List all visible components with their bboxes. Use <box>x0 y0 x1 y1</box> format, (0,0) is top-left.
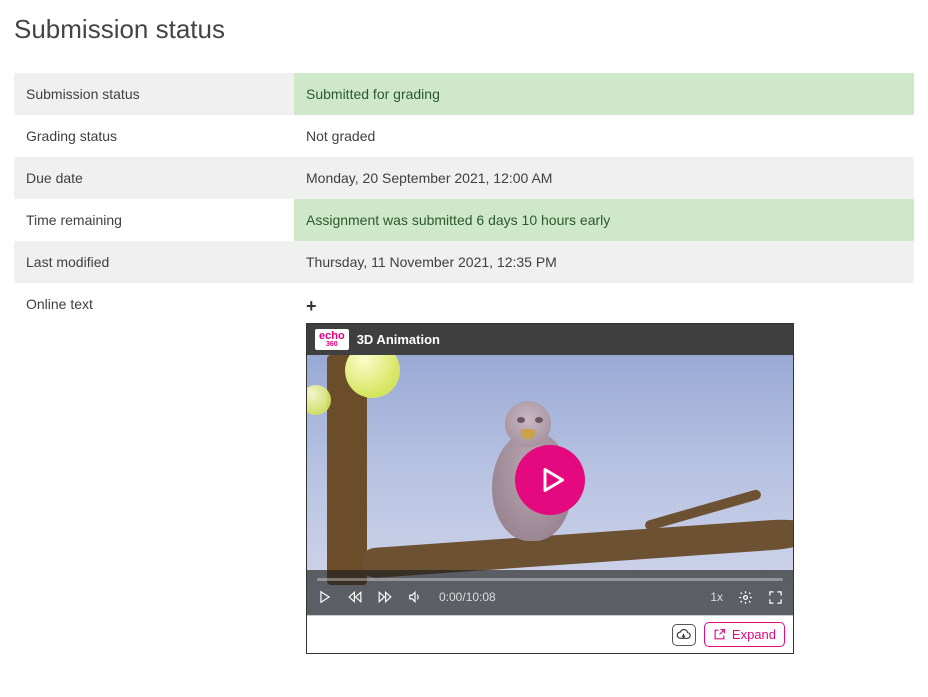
row-due-date: Due date Monday, 20 September 2021, 12:0… <box>14 157 914 199</box>
row-last-modified: Last modified Thursday, 11 November 2021… <box>14 241 914 283</box>
play-overlay-button[interactable] <box>515 445 585 515</box>
scene-element <box>521 429 535 439</box>
submission-status-table: Submission status Submitted for grading … <box>14 73 914 667</box>
video-title: 3D Animation <box>357 332 440 347</box>
value-grading-status: Not graded <box>294 115 914 157</box>
value-submission-status: Submitted for grading <box>294 73 914 115</box>
label-last-modified: Last modified <box>14 241 294 283</box>
value-last-modified: Thursday, 11 November 2021, 12:35 PM <box>294 241 914 283</box>
forward-button[interactable] <box>377 589 393 605</box>
scene-element <box>535 417 543 423</box>
row-online-text: Online text + echo 360 3D Animation <box>14 283 914 667</box>
value-time-remaining: Assignment was submitted 6 days 10 hours… <box>294 199 914 241</box>
value-due-date: Monday, 20 September 2021, 12:00 AM <box>294 157 914 199</box>
label-due-date: Due date <box>14 157 294 199</box>
scene-element <box>517 417 525 423</box>
page-title: Submission status <box>14 14 914 45</box>
timecode: 0:00/10:08 <box>439 590 496 604</box>
controls-right: 1x <box>710 589 783 605</box>
volume-icon <box>407 590 423 604</box>
label-online-text: Online text <box>14 283 294 667</box>
row-time-remaining: Time remaining Assignment was submitted … <box>14 199 914 241</box>
video-canvas[interactable]: 0:00/10:08 1x <box>307 355 793 615</box>
playback-speed[interactable]: 1x <box>710 590 723 604</box>
rewind-button[interactable] <box>347 589 363 605</box>
download-button[interactable] <box>672 624 696 646</box>
video-player: echo 360 3D Animation <box>306 323 794 654</box>
controls-bar: 0:00/10:08 1x <box>307 570 793 615</box>
label-grading-status: Grading status <box>14 115 294 157</box>
play-icon <box>318 590 332 604</box>
label-time-remaining: Time remaining <box>14 199 294 241</box>
progress-bar[interactable] <box>317 578 783 581</box>
expand-plus-icon[interactable]: + <box>306 296 902 317</box>
fullscreen-button[interactable] <box>767 589 783 605</box>
video-footer: Expand <box>307 615 793 653</box>
provider-sub: 360 <box>319 341 345 348</box>
expand-label: Expand <box>732 627 776 642</box>
label-submission-status: Submission status <box>14 73 294 115</box>
controls-row: 0:00/10:08 1x <box>317 589 783 605</box>
play-icon <box>538 466 566 494</box>
value-online-text: + echo 360 3D Animation <box>294 283 914 667</box>
settings-button[interactable] <box>737 589 753 605</box>
controls-left: 0:00/10:08 <box>317 589 496 605</box>
cloud-download-icon <box>676 628 691 641</box>
fullscreen-icon <box>768 590 783 605</box>
rewind-icon <box>347 590 363 604</box>
row-submission-status: Submission status Submitted for grading <box>14 73 914 115</box>
scene-element <box>505 401 551 447</box>
expand-button[interactable]: Expand <box>704 622 785 647</box>
row-grading-status: Grading status Not graded <box>14 115 914 157</box>
provider-badge: echo 360 <box>315 329 349 350</box>
video-header: echo 360 3D Animation <box>307 324 793 355</box>
forward-icon <box>377 590 393 604</box>
play-button[interactable] <box>317 589 333 605</box>
external-link-icon <box>713 628 726 641</box>
volume-button[interactable] <box>407 589 423 605</box>
gear-icon <box>738 590 753 605</box>
